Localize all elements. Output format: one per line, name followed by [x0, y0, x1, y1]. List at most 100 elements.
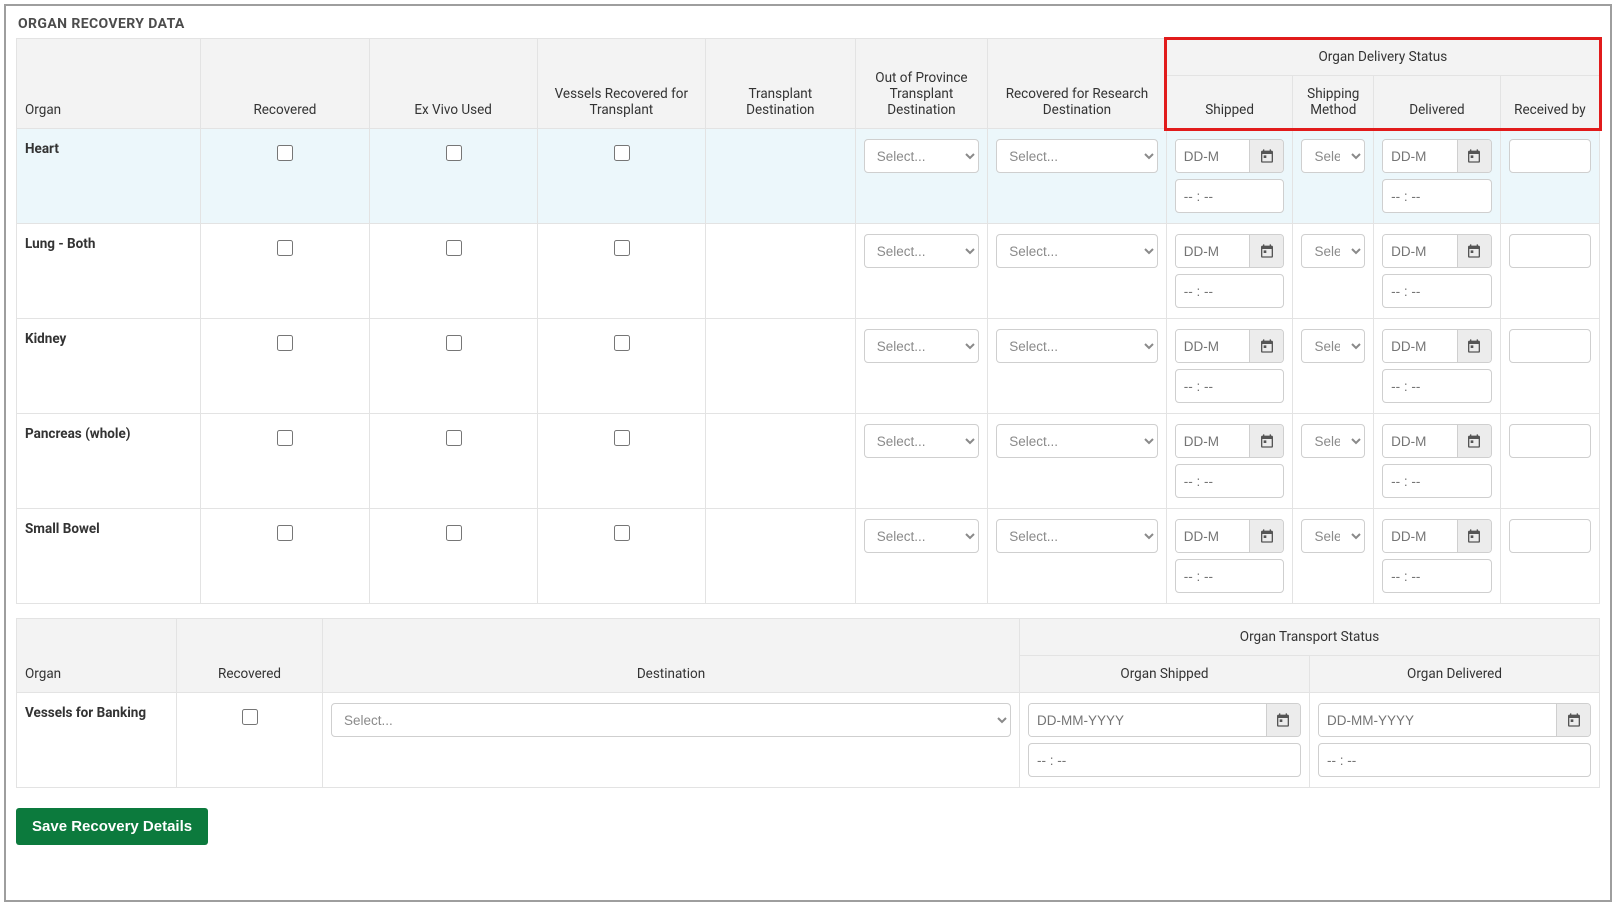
recovered-checkbox[interactable] — [277, 335, 293, 351]
table-row: Lung - BothSelect...Select...Sele — [17, 224, 1600, 319]
delivered-date-input[interactable] — [1383, 520, 1457, 552]
shipped-date-input[interactable] — [1176, 235, 1250, 267]
received-by-input[interactable] — [1509, 234, 1591, 268]
oop-dest-select[interactable]: Select... — [864, 519, 979, 553]
shipped-date-input[interactable] — [1176, 330, 1250, 362]
recovered-checkbox[interactable] — [277, 430, 293, 446]
shipped-date-field[interactable] — [1175, 139, 1285, 173]
research-dest-select[interactable]: Select... — [996, 234, 1158, 268]
shipped-date-field[interactable] — [1175, 234, 1285, 268]
shipping-method-select[interactable]: Sele — [1301, 139, 1365, 173]
calendar-icon[interactable] — [1457, 330, 1491, 362]
exvivo-checkbox[interactable] — [446, 525, 462, 541]
shipped-date-input[interactable] — [1176, 520, 1250, 552]
exvivo-checkbox[interactable] — [446, 335, 462, 351]
calendar-icon[interactable] — [1249, 235, 1283, 267]
organ-delivered-date-input[interactable] — [1319, 704, 1556, 736]
organ-shipped-date-input[interactable] — [1029, 704, 1266, 736]
col-delivered: Delivered — [1374, 76, 1501, 129]
recovered-checkbox[interactable] — [242, 709, 258, 725]
transplant-dest-cell — [705, 224, 855, 319]
recovered-checkbox[interactable] — [277, 240, 293, 256]
shipped-date-field[interactable] — [1175, 424, 1285, 458]
calendar-icon[interactable] — [1249, 330, 1283, 362]
save-button[interactable]: Save Recovery Details — [16, 808, 208, 845]
research-dest-select[interactable]: Select... — [996, 519, 1158, 553]
received-by-input[interactable] — [1509, 424, 1591, 458]
shipping-method-select[interactable]: Sele — [1301, 234, 1365, 268]
delivered-time-input[interactable] — [1382, 559, 1492, 593]
calendar-icon[interactable] — [1249, 520, 1283, 552]
shipped-time-input[interactable] — [1175, 179, 1285, 213]
calendar-icon[interactable] — [1457, 425, 1491, 457]
col2-delivered: Organ Delivered — [1309, 656, 1599, 693]
delivered-time-input[interactable] — [1382, 179, 1492, 213]
recovered-checkbox[interactable] — [277, 525, 293, 541]
calendar-icon[interactable] — [1457, 520, 1491, 552]
exvivo-checkbox[interactable] — [446, 145, 462, 161]
shipped-time-input[interactable] — [1175, 464, 1285, 498]
received-by-input[interactable] — [1509, 139, 1591, 173]
delivered-time-input[interactable] — [1382, 369, 1492, 403]
calendar-icon[interactable] — [1266, 704, 1300, 736]
table-row: Small BowelSelect...Select...Sele — [17, 509, 1600, 604]
shipped-date-field[interactable] — [1175, 329, 1285, 363]
oop-dest-select[interactable]: Select... — [864, 424, 979, 458]
transplant-dest-cell — [705, 414, 855, 509]
section-title: ORGAN RECOVERY DATA — [18, 16, 1600, 32]
delivered-time-input[interactable] — [1382, 274, 1492, 308]
shipped-time-input[interactable] — [1175, 559, 1285, 593]
destination-select[interactable]: Select... — [331, 703, 1011, 737]
received-by-input[interactable] — [1509, 329, 1591, 363]
delivered-time-input[interactable] — [1382, 464, 1492, 498]
research-dest-select[interactable]: Select... — [996, 424, 1158, 458]
calendar-icon[interactable] — [1249, 425, 1283, 457]
vessels-checkbox[interactable] — [614, 525, 630, 541]
shipped-time-input[interactable] — [1175, 369, 1285, 403]
shipped-date-input[interactable] — [1176, 140, 1250, 172]
col-shipping-method: Shipping Method — [1293, 76, 1374, 129]
delivered-date-field[interactable] — [1382, 519, 1492, 553]
calendar-icon[interactable] — [1457, 235, 1491, 267]
shipped-time-input[interactable] — [1175, 274, 1285, 308]
delivered-date-field[interactable] — [1382, 139, 1492, 173]
col-organ: Organ — [17, 39, 201, 129]
shipping-method-select[interactable]: Sele — [1301, 329, 1365, 363]
col-recovered: Recovered — [201, 39, 369, 129]
vessels-checkbox[interactable] — [614, 335, 630, 351]
vessels-checkbox[interactable] — [614, 145, 630, 161]
shipping-method-select[interactable]: Sele — [1301, 519, 1365, 553]
research-dest-select[interactable]: Select... — [996, 139, 1158, 173]
vessels-checkbox[interactable] — [614, 240, 630, 256]
received-by-input[interactable] — [1509, 519, 1591, 553]
calendar-icon[interactable] — [1457, 140, 1491, 172]
oop-dest-select[interactable]: Select... — [864, 139, 979, 173]
delivered-date-input[interactable] — [1383, 235, 1457, 267]
oop-dest-select[interactable]: Select... — [864, 329, 979, 363]
calendar-icon[interactable] — [1556, 704, 1590, 736]
exvivo-checkbox[interactable] — [446, 430, 462, 446]
organ-name: Pancreas (whole) — [17, 414, 201, 509]
delivered-date-input[interactable] — [1383, 330, 1457, 362]
shipping-method-select[interactable]: Sele — [1301, 424, 1365, 458]
organ-shipped-date-field[interactable] — [1028, 703, 1301, 737]
delivered-date-field[interactable] — [1382, 329, 1492, 363]
oop-dest-select[interactable]: Select... — [864, 234, 979, 268]
delivered-date-field[interactable] — [1382, 234, 1492, 268]
delivered-date-input[interactable] — [1383, 425, 1457, 457]
col-research-dest: Recovered for Research Destination — [988, 39, 1167, 129]
calendar-icon[interactable] — [1249, 140, 1283, 172]
organ-shipped-time-input[interactable] — [1028, 743, 1301, 777]
organ-delivered-time-input[interactable] — [1318, 743, 1591, 777]
organ-delivered-date-field[interactable] — [1318, 703, 1591, 737]
recovered-checkbox[interactable] — [277, 145, 293, 161]
shipped-date-field[interactable] — [1175, 519, 1285, 553]
delivered-date-input[interactable] — [1383, 140, 1457, 172]
research-dest-select[interactable]: Select... — [996, 329, 1158, 363]
shipped-date-input[interactable] — [1176, 425, 1250, 457]
vessels-checkbox[interactable] — [614, 430, 630, 446]
exvivo-checkbox[interactable] — [446, 240, 462, 256]
col2-transport-group: Organ Transport Status — [1019, 619, 1599, 656]
table-row: Vessels for BankingSelect... — [17, 693, 1600, 788]
delivered-date-field[interactable] — [1382, 424, 1492, 458]
